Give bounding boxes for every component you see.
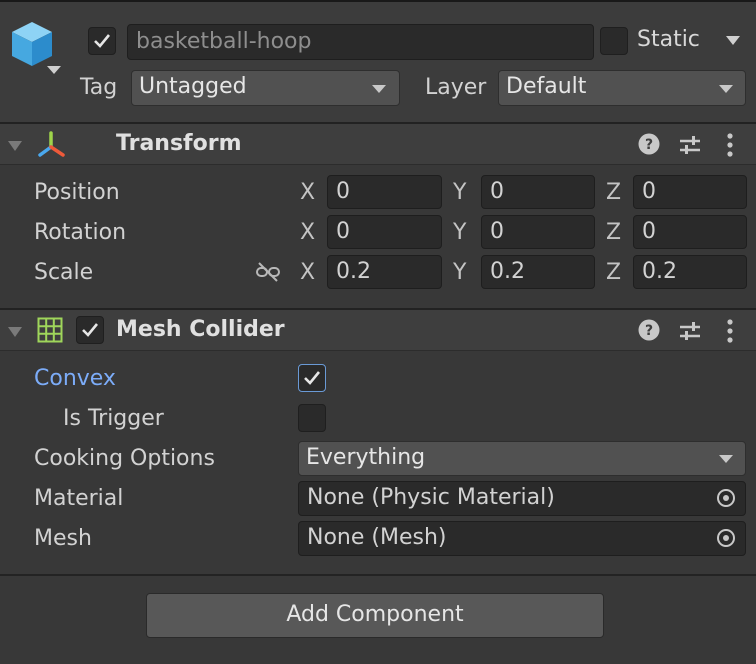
rotation-y-field[interactable]: 0	[481, 215, 595, 249]
chevron-down-icon	[719, 455, 733, 463]
presets-sliders-icon[interactable]	[678, 133, 702, 157]
is-trigger-checkbox[interactable]	[298, 404, 326, 432]
mesh-object-field[interactable]: None (Mesh)	[298, 521, 746, 556]
position-label: Position	[34, 180, 120, 205]
more-options-icon[interactable]	[722, 318, 738, 344]
scale-y-field[interactable]: 0.2	[481, 255, 595, 289]
tag-dropdown[interactable]: Untagged	[131, 70, 400, 106]
icon-dropdown-arrow-icon[interactable]	[47, 66, 61, 74]
svg-text:?: ?	[645, 323, 653, 339]
cooking-options-value: Everything	[306, 445, 426, 470]
position-y-label[interactable]: Y	[453, 180, 466, 205]
tag-label: Tag	[80, 75, 118, 100]
svg-text:?: ?	[645, 137, 653, 153]
scale-x-field[interactable]: 0.2	[327, 255, 442, 289]
transform-title: Transform	[116, 131, 242, 156]
convex-checkbox[interactable]	[298, 364, 326, 392]
mesh-collider-title: Mesh Collider	[116, 317, 285, 342]
chevron-down-icon	[719, 85, 733, 93]
rotation-label: Rotation	[34, 220, 127, 245]
gameobject-cube-icon[interactable]	[8, 20, 56, 72]
check-icon	[94, 34, 111, 48]
presets-sliders-icon[interactable]	[678, 319, 702, 343]
material-object-field[interactable]: None (Physic Material)	[298, 481, 746, 516]
cooking-options-dropdown[interactable]: Everything	[298, 441, 746, 476]
more-options-icon[interactable]	[722, 132, 738, 158]
mesh-value: None (Mesh)	[307, 525, 447, 550]
rotation-y-label[interactable]: Y	[453, 220, 466, 245]
layer-value: Default	[506, 74, 587, 99]
position-y-field[interactable]: 0	[481, 175, 595, 209]
static-dropdown-arrow-icon[interactable]	[726, 36, 740, 45]
rotation-z-label[interactable]: Z	[606, 220, 621, 245]
constrain-proportions-link-icon[interactable]	[255, 260, 281, 284]
object-picker-icon[interactable]	[707, 482, 745, 514]
layer-label: Layer	[425, 75, 487, 100]
mesh-grid-icon	[37, 317, 63, 343]
layer-dropdown[interactable]: Default	[498, 70, 746, 106]
check-icon	[82, 323, 99, 337]
help-icon[interactable]: ?	[638, 133, 660, 155]
transform-axes-icon	[36, 130, 66, 160]
rotation-x-field[interactable]: 0	[327, 215, 442, 249]
section-divider	[0, 574, 756, 576]
object-name-input[interactable]: basketball-hoop	[127, 24, 594, 60]
position-z-field[interactable]: 0	[633, 175, 747, 209]
rotation-z-field[interactable]: 0	[633, 215, 747, 249]
help-icon[interactable]: ?	[638, 319, 660, 341]
scale-y-label[interactable]: Y	[453, 260, 466, 285]
material-label: Material	[34, 486, 124, 511]
add-component-button[interactable]: Add Component	[146, 593, 604, 638]
transform-foldout-icon[interactable]	[8, 141, 22, 151]
position-x-label[interactable]: X	[300, 180, 315, 205]
position-x-field[interactable]: 0	[327, 175, 442, 209]
cooking-options-label: Cooking Options	[34, 446, 215, 471]
mesh-collider-foldout-icon[interactable]	[8, 327, 22, 337]
position-z-label[interactable]: Z	[606, 180, 621, 205]
scale-z-field[interactable]: 0.2	[633, 255, 747, 289]
chevron-down-icon	[372, 85, 386, 93]
tag-value: Untagged	[139, 74, 247, 99]
rotation-x-label[interactable]: X	[300, 220, 315, 245]
static-checkbox[interactable]	[600, 27, 628, 55]
check-icon	[304, 371, 321, 385]
material-value: None (Physic Material)	[307, 485, 555, 510]
mesh-label: Mesh	[34, 526, 92, 551]
mesh-collider-enabled-checkbox[interactable]	[76, 316, 104, 344]
scale-label: Scale	[34, 260, 94, 285]
object-picker-icon[interactable]	[707, 522, 745, 554]
active-checkbox[interactable]	[88, 27, 116, 55]
static-label: Static	[637, 27, 700, 52]
scale-z-label[interactable]: Z	[606, 260, 621, 285]
scale-x-label[interactable]: X	[300, 260, 315, 285]
is-trigger-label: Is Trigger	[63, 406, 164, 431]
convex-label: Convex	[34, 366, 116, 391]
